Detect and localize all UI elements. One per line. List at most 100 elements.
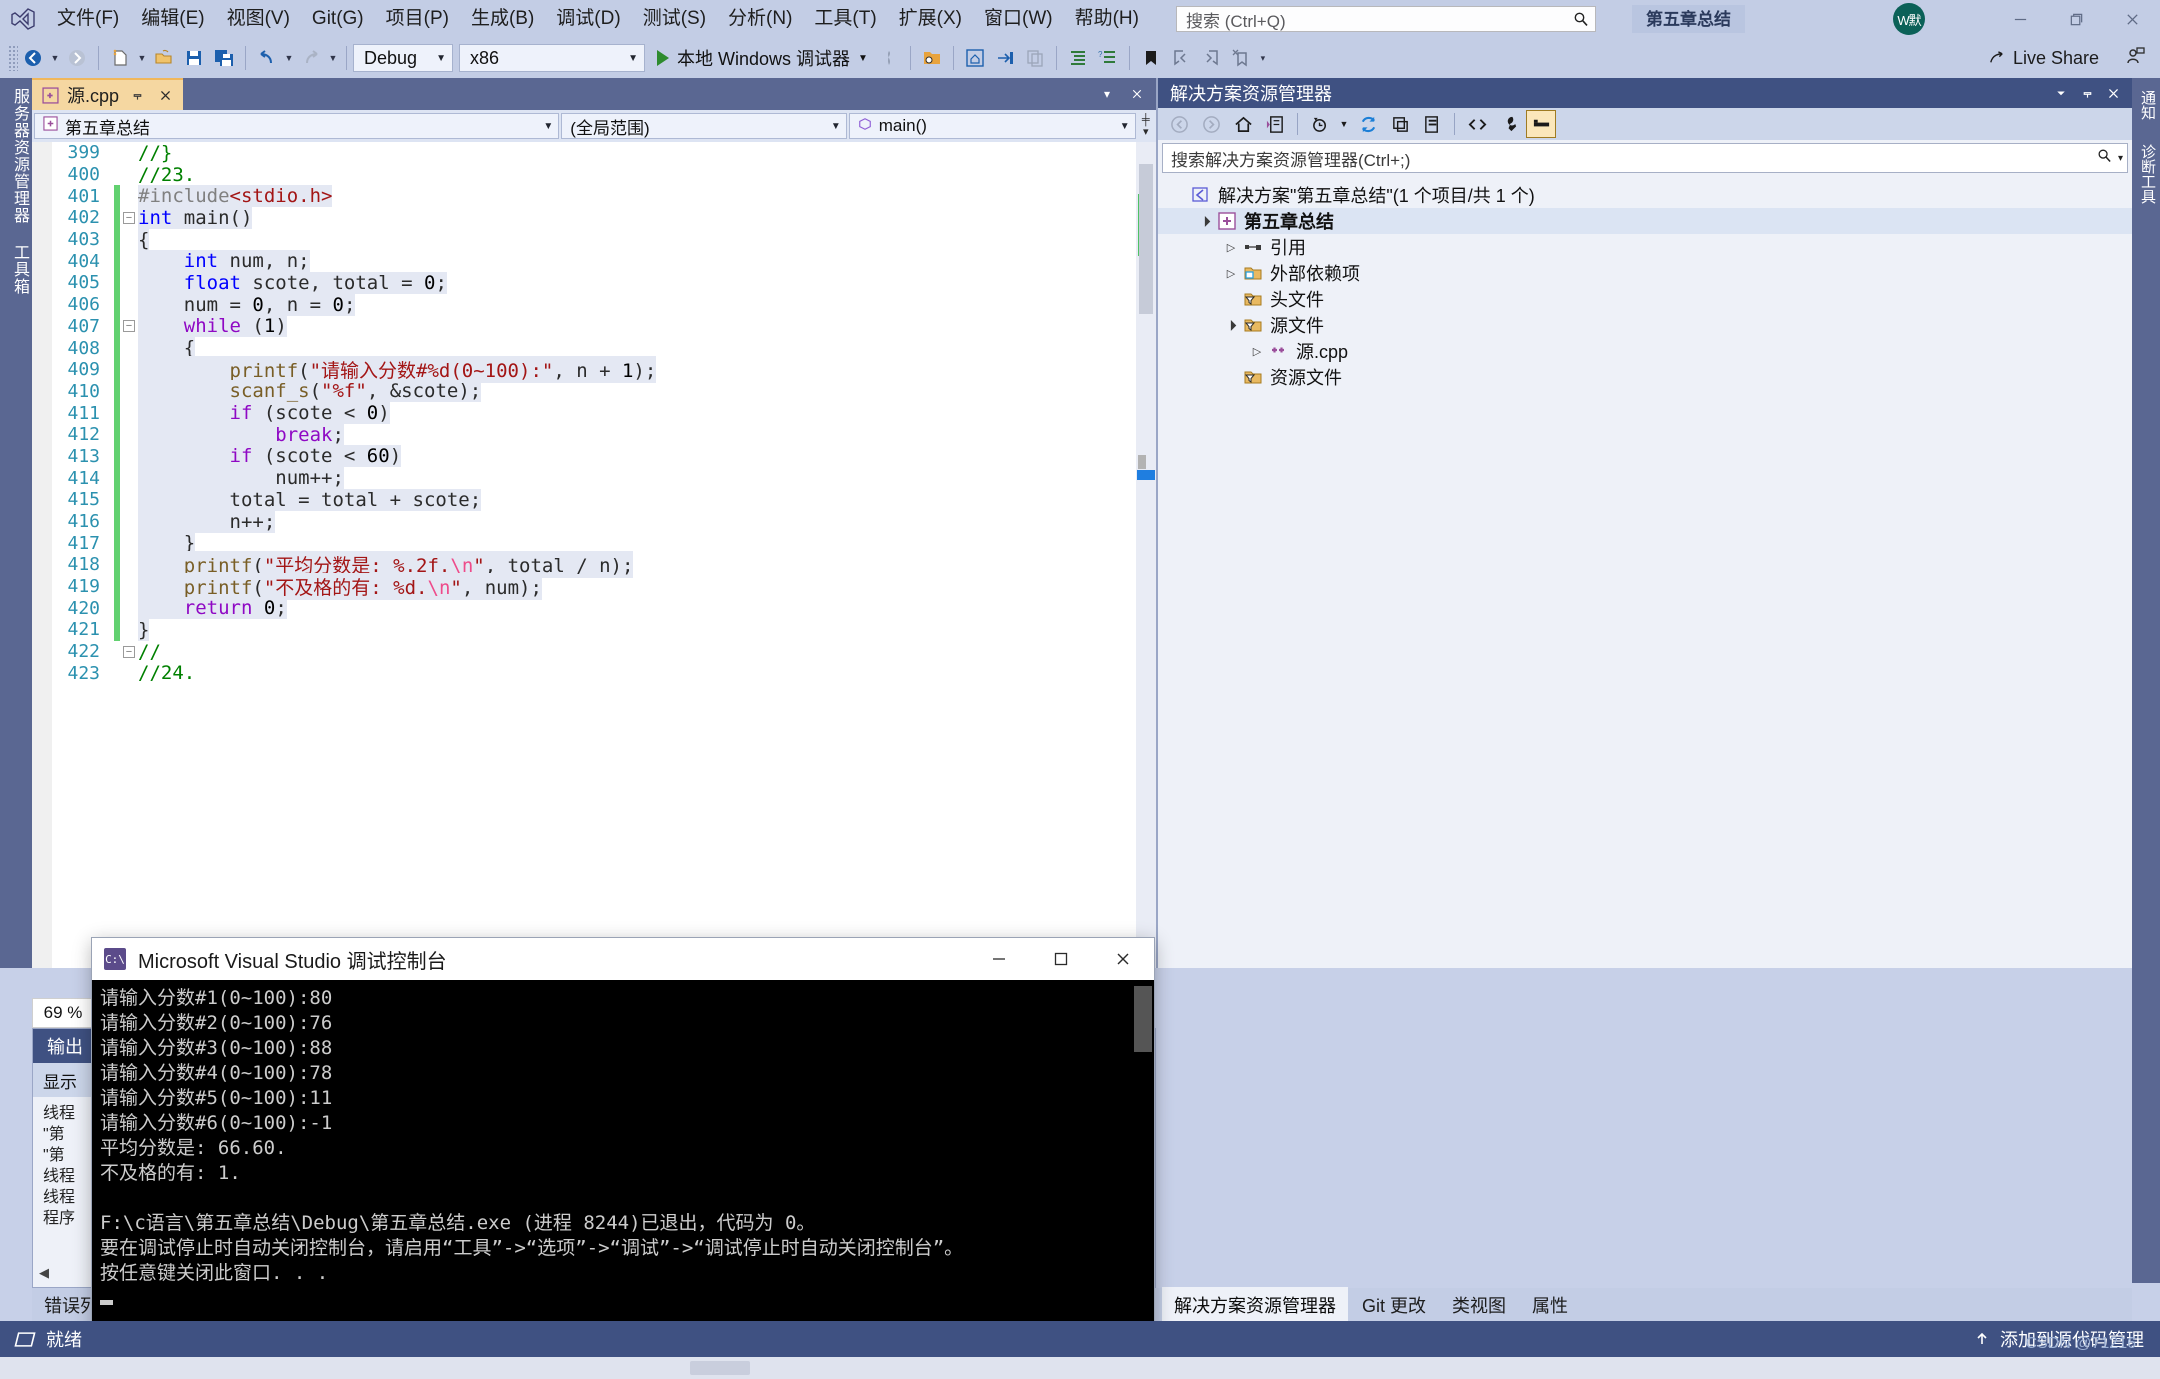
code-line[interactable]: 422 −// [32, 641, 1156, 663]
menu-edit[interactable]: 编辑(E) [130, 0, 215, 38]
copy-window-icon[interactable] [1020, 43, 1050, 73]
tab-solution-explorer[interactable]: 解决方案资源管理器 [1162, 1287, 1348, 1323]
navigate-back-icon[interactable] [18, 43, 48, 73]
solution-configuration-dropdown[interactable]: Debug ▼ [353, 44, 453, 72]
comment-block-icon[interactable] [1063, 43, 1093, 73]
restore-button[interactable] [2048, 0, 2104, 38]
menu-file[interactable]: 文件(F) [46, 0, 130, 38]
menu-debug[interactable]: 调试(D) [545, 0, 631, 38]
code-line[interactable]: 402 − int main() [32, 206, 1156, 229]
code-line[interactable]: 406 num = 0, n = 0; [32, 293, 1156, 316]
console-scrollbar-thumb[interactable] [1134, 986, 1152, 1052]
tab-git-changes[interactable]: Git 更改 [1350, 1287, 1438, 1323]
code-line[interactable]: 421} [32, 618, 1156, 641]
navigate-back-dropdown-icon[interactable]: ▼ [48, 43, 62, 73]
avatar[interactable]: W默 [1893, 3, 1925, 35]
type-scope-dropdown[interactable]: (全局范围) ▼ [561, 113, 847, 139]
clear-bookmarks-icon[interactable] [1226, 43, 1256, 73]
menu-git[interactable]: Git(G) [301, 0, 375, 38]
minimize-button[interactable] [1992, 0, 2048, 38]
tree-item[interactable]: ▷ 外部依赖项 [1158, 260, 2132, 286]
tree-item[interactable]: ◢ 第五章总结 [1158, 208, 2132, 234]
tree-item[interactable]: 资源文件 [1158, 364, 2132, 390]
fold-toggle-icon[interactable]: − [120, 211, 138, 224]
chevron-down-icon[interactable]: ◢ [1219, 313, 1242, 336]
sidebar-item-diagnostic-tools[interactable]: 诊断工具 [2132, 132, 2160, 216]
bookmark-icon[interactable] [1136, 43, 1166, 73]
toolbar-overflow-icon[interactable]: ▾ [1256, 43, 1270, 73]
goto-icon[interactable] [990, 43, 1020, 73]
code-line[interactable]: 414 num++; [32, 467, 1156, 490]
chevron-right-icon[interactable]: ▷ [1246, 345, 1268, 358]
chevron-right-icon[interactable]: ▷ [1220, 241, 1242, 254]
tree-item[interactable]: ▷ 源.cpp [1158, 338, 2132, 364]
close-tab-icon[interactable] [155, 85, 175, 105]
code-line[interactable]: 405 float scote, total = 0; [32, 271, 1156, 294]
menu-window[interactable]: 窗口(W) [973, 0, 1064, 38]
se-back-icon[interactable] [1164, 110, 1194, 138]
code-line[interactable]: 404 int num, n; [32, 250, 1156, 273]
start-debugging-button[interactable]: 本地 Windows 调试器 ▼ [651, 43, 874, 73]
next-bookmark-icon[interactable] [1196, 43, 1226, 73]
tree-item[interactable]: 解决方案"第五章总结"(1 个项目/共 1 个) [1158, 182, 2132, 208]
live-share-button[interactable]: Live Share [1981, 43, 2105, 73]
redo-dropdown-icon[interactable]: ▼ [326, 43, 340, 73]
open-file-icon[interactable] [149, 43, 179, 73]
toolbar-grip[interactable] [8, 45, 18, 71]
se-forward-icon[interactable] [1196, 110, 1226, 138]
se-pending-changes-icon[interactable] [1260, 110, 1290, 138]
se-pending-history-icon[interactable] [1305, 110, 1335, 138]
new-file-dropdown-icon[interactable]: ▼ [135, 43, 149, 73]
console-maximize-button[interactable] [1030, 938, 1092, 980]
console-scrollbar[interactable] [1132, 980, 1154, 1353]
menu-view[interactable]: 视图(V) [216, 0, 301, 38]
menu-extensions[interactable]: 扩展(X) [888, 0, 973, 38]
menu-test[interactable]: 测试(S) [632, 0, 717, 38]
code-line[interactable]: 420 return 0; [32, 597, 1156, 620]
solution-platform-dropdown[interactable]: x86 ▼ [459, 44, 645, 72]
split-vertical-icon[interactable]: ▾ [1143, 126, 1149, 138]
code-line[interactable]: 409 printf("请输入分数#%d(0~100):", n + 1); [32, 356, 1156, 384]
se-properties-icon[interactable] [1494, 110, 1524, 138]
se-history-dropdown-icon[interactable]: ▼ [1337, 109, 1351, 139]
menu-tools[interactable]: 工具(T) [803, 0, 887, 38]
editor-vertical-scrollbar[interactable] [1136, 142, 1156, 968]
undo-dropdown-icon[interactable]: ▼ [282, 43, 296, 73]
select-folder-icon[interactable] [917, 43, 947, 73]
code-line[interactable]: 410 scanf_s("%f", &scote); [32, 380, 1156, 403]
pin-tab-icon[interactable] [127, 85, 147, 105]
se-collapse-all-icon[interactable] [1385, 110, 1415, 138]
code-line[interactable]: 416 n++; [32, 510, 1156, 533]
redo-icon[interactable] [296, 43, 326, 73]
save-all-icon[interactable] [209, 43, 239, 73]
code-line[interactable]: 415 total = total + scote; [32, 488, 1156, 511]
project-scope-dropdown[interactable]: 第五章总结 ▼ [34, 113, 560, 139]
close-panel-icon[interactable] [2100, 80, 2126, 106]
editor-tab-source-cpp[interactable]: 源.cpp [32, 78, 184, 110]
se-show-all-files-icon[interactable] [1417, 110, 1447, 138]
se-preview-selected-items-icon[interactable] [1526, 110, 1556, 138]
home-window-icon[interactable] [960, 43, 990, 73]
member-scope-dropdown[interactable]: main() ▼ [848, 113, 1136, 139]
previous-bookmark-icon[interactable] [1166, 43, 1196, 73]
fold-toggle-icon[interactable]: − [120, 320, 138, 333]
code-line[interactable]: 412 break; [32, 423, 1156, 446]
tab-properties[interactable]: 属性 [1520, 1287, 1580, 1323]
global-search-input[interactable]: 搜索 (Ctrl+Q) [1175, 6, 1596, 32]
code-line[interactable]: 411 if (scote < 0) [32, 402, 1156, 425]
debug-console-window[interactable]: C:\ Microsoft Visual Studio 调试控制台 请输入分数#… [92, 938, 1154, 1353]
chevron-down-icon[interactable]: ◢ [1193, 209, 1216, 232]
se-refresh-icon[interactable] [1353, 110, 1383, 138]
menu-analyze[interactable]: 分析(N) [717, 0, 803, 38]
code-line[interactable]: 399 //} [32, 142, 1156, 164]
code-line[interactable]: 403 { [32, 228, 1156, 251]
se-search-options-chevron-icon[interactable]: ▾ [2118, 153, 2123, 164]
chevron-right-icon[interactable]: ▷ [1220, 267, 1242, 280]
console-close-button[interactable] [1092, 938, 1154, 980]
close-button[interactable] [2104, 0, 2160, 38]
solution-explorer-search-input[interactable]: 搜索解决方案资源管理器(Ctrl+;) ▾ [1162, 143, 2128, 173]
console-minimize-button[interactable] [968, 938, 1030, 980]
scrollbar-thumb[interactable] [1139, 164, 1153, 314]
code-line[interactable]: 407 − while (1) [32, 315, 1156, 338]
uncomment-block-icon[interactable]: ? [1093, 43, 1123, 73]
